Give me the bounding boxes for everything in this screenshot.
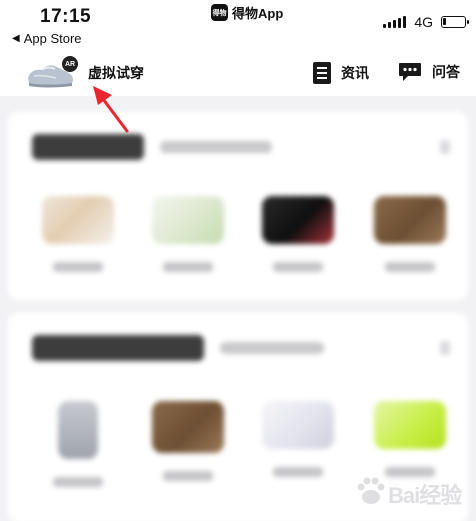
product-label-placeholder [163,262,213,272]
chat-bubble-icon [398,62,422,82]
current-app: 得物 得物App [211,3,283,22]
product-item[interactable] [148,196,228,272]
product-item[interactable] [258,401,338,477]
product-image [152,401,224,453]
network-type: 4G [414,14,433,30]
virtual-try-on-button[interactable]: AR 虚拟试穿 [26,56,144,90]
section-subtitle-placeholder [160,141,272,153]
product-label-placeholder [53,477,103,487]
product-image [262,196,334,244]
watermark: Bai经验 [352,468,470,518]
app-logo-icon: 得物 [211,4,228,21]
news-label: 资讯 [341,65,369,81]
news-button[interactable]: 资讯 [313,62,369,84]
section-card [8,112,468,300]
product-item[interactable] [38,196,118,272]
qa-button[interactable]: 问答 [398,62,460,82]
section-title-placeholder [32,335,204,361]
sneaker-icon: AR [26,56,78,90]
product-label-placeholder [273,262,323,272]
watermark-text: Bai经验 [388,483,462,508]
product-image [42,196,114,244]
product-item[interactable] [370,401,450,477]
product-image [58,401,98,459]
section-more-icon [440,140,450,154]
status-bar: 17:15 ◀ App Store 得物 得物App 4G [0,0,476,52]
virtual-try-on-label: 虚拟试穿 [88,65,144,81]
status-time: 17:15 [40,6,92,27]
section-more-icon [440,341,450,355]
product-item[interactable] [370,196,450,272]
back-triangle-icon: ◀ [12,33,20,44]
top-nav: AR 虚拟试穿 资讯 问答 [0,52,476,96]
product-label-placeholder [53,262,103,272]
product-label-placeholder [273,467,323,477]
ar-badge: AR [62,56,78,72]
news-icon [313,62,331,84]
product-image [262,401,334,449]
product-image [152,196,224,244]
section-subtitle-placeholder [220,342,324,354]
product-label-placeholder [163,471,213,481]
qa-label: 问答 [432,64,460,80]
product-image [374,196,446,244]
battery-icon [441,16,469,28]
app-name: 得物App [232,6,284,21]
product-item[interactable] [38,401,118,487]
product-label-placeholder [385,262,435,272]
status-indicators: 4G [383,14,469,30]
blurred-content [0,100,476,521]
paw-logo-icon [357,477,385,504]
back-to-app-store[interactable]: ◀ App Store [12,31,82,46]
product-item[interactable] [148,401,228,481]
signal-icon [383,16,407,28]
annotation-arrow-icon [93,86,129,133]
back-label: App Store [23,31,82,46]
product-image [374,401,446,449]
battery-level [443,18,446,25]
product-item[interactable] [258,196,338,272]
